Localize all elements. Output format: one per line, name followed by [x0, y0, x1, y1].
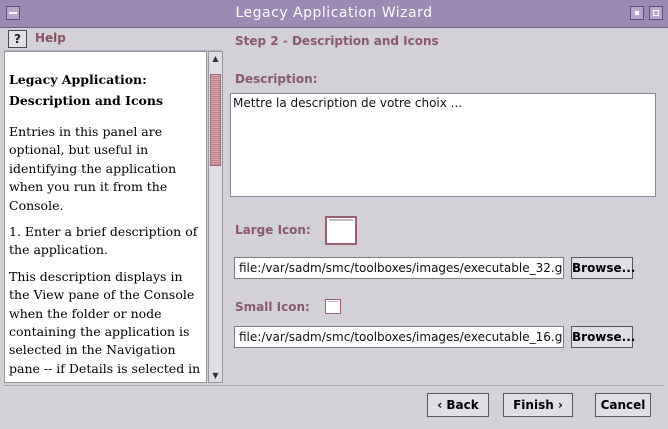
finish-label: Finish: [513, 398, 554, 412]
large-icon-label: Large Icon:: [235, 223, 311, 237]
large-icon-preview: [325, 216, 357, 245]
help-header: ? Help: [4, 28, 222, 51]
arrow-up-icon[interactable]: ▲: [210, 53, 221, 64]
title-bar: Legacy Application Wizard: [0, 0, 668, 28]
cancel-button[interactable]: Cancel: [595, 393, 651, 417]
help-heading: Legacy Application: Description and Icon…: [9, 72, 164, 108]
description-label: Description:: [235, 72, 318, 86]
step-panel: Step 2 - Description and Icons Descripti…: [226, 28, 664, 384]
small-icon-path-field[interactable]: file:/var/sadm/smc/toolboxes/images/exec…: [234, 326, 564, 348]
help-question-icon[interactable]: ?: [8, 30, 27, 48]
step-title: Step 2 - Description and Icons: [235, 34, 439, 48]
minimize-button[interactable]: [630, 6, 644, 20]
help-panel: ? Help Legacy Application: Description a…: [4, 28, 224, 384]
chevron-right-icon: ›: [553, 398, 563, 412]
small-icon-label: Small Icon:: [235, 300, 310, 314]
help-content[interactable]: Legacy Application: Description and Icon…: [4, 51, 207, 383]
window-title: Legacy Application Wizard: [235, 5, 433, 21]
wizard-footer: ‹ Back Finish › Cancel: [4, 385, 664, 426]
large-icon-path-field[interactable]: file:/var/sadm/smc/toolboxes/images/exec…: [234, 257, 564, 279]
help-paragraph-1: Entries in this panel are optional, but …: [9, 124, 177, 213]
back-button[interactable]: ‹ Back: [427, 393, 489, 417]
back-label: Back: [446, 398, 479, 412]
help-scrollbar[interactable]: ▲ ▼: [208, 51, 223, 383]
wizard-frame: ? Help Legacy Application: Description a…: [4, 28, 664, 425]
large-icon-browse-button[interactable]: Browse...: [571, 257, 635, 279]
finish-button[interactable]: Finish ›: [503, 393, 573, 417]
small-icon-preview: [325, 299, 341, 314]
help-paragraph-2: 1. Enter a brief description of the appl…: [9, 224, 198, 258]
small-icon-browse-button[interactable]: Browse...: [571, 326, 635, 348]
description-textarea[interactable]: Mettre la description de votre choix ...: [230, 93, 656, 197]
arrow-down-icon[interactable]: ▼: [210, 370, 221, 381]
help-header-label: Help: [35, 31, 66, 45]
scrollbar-thumb[interactable]: [210, 74, 221, 166]
help-paragraph-3: This description displays in the View pa…: [9, 268, 201, 382]
maximize-button[interactable]: [649, 6, 663, 20]
